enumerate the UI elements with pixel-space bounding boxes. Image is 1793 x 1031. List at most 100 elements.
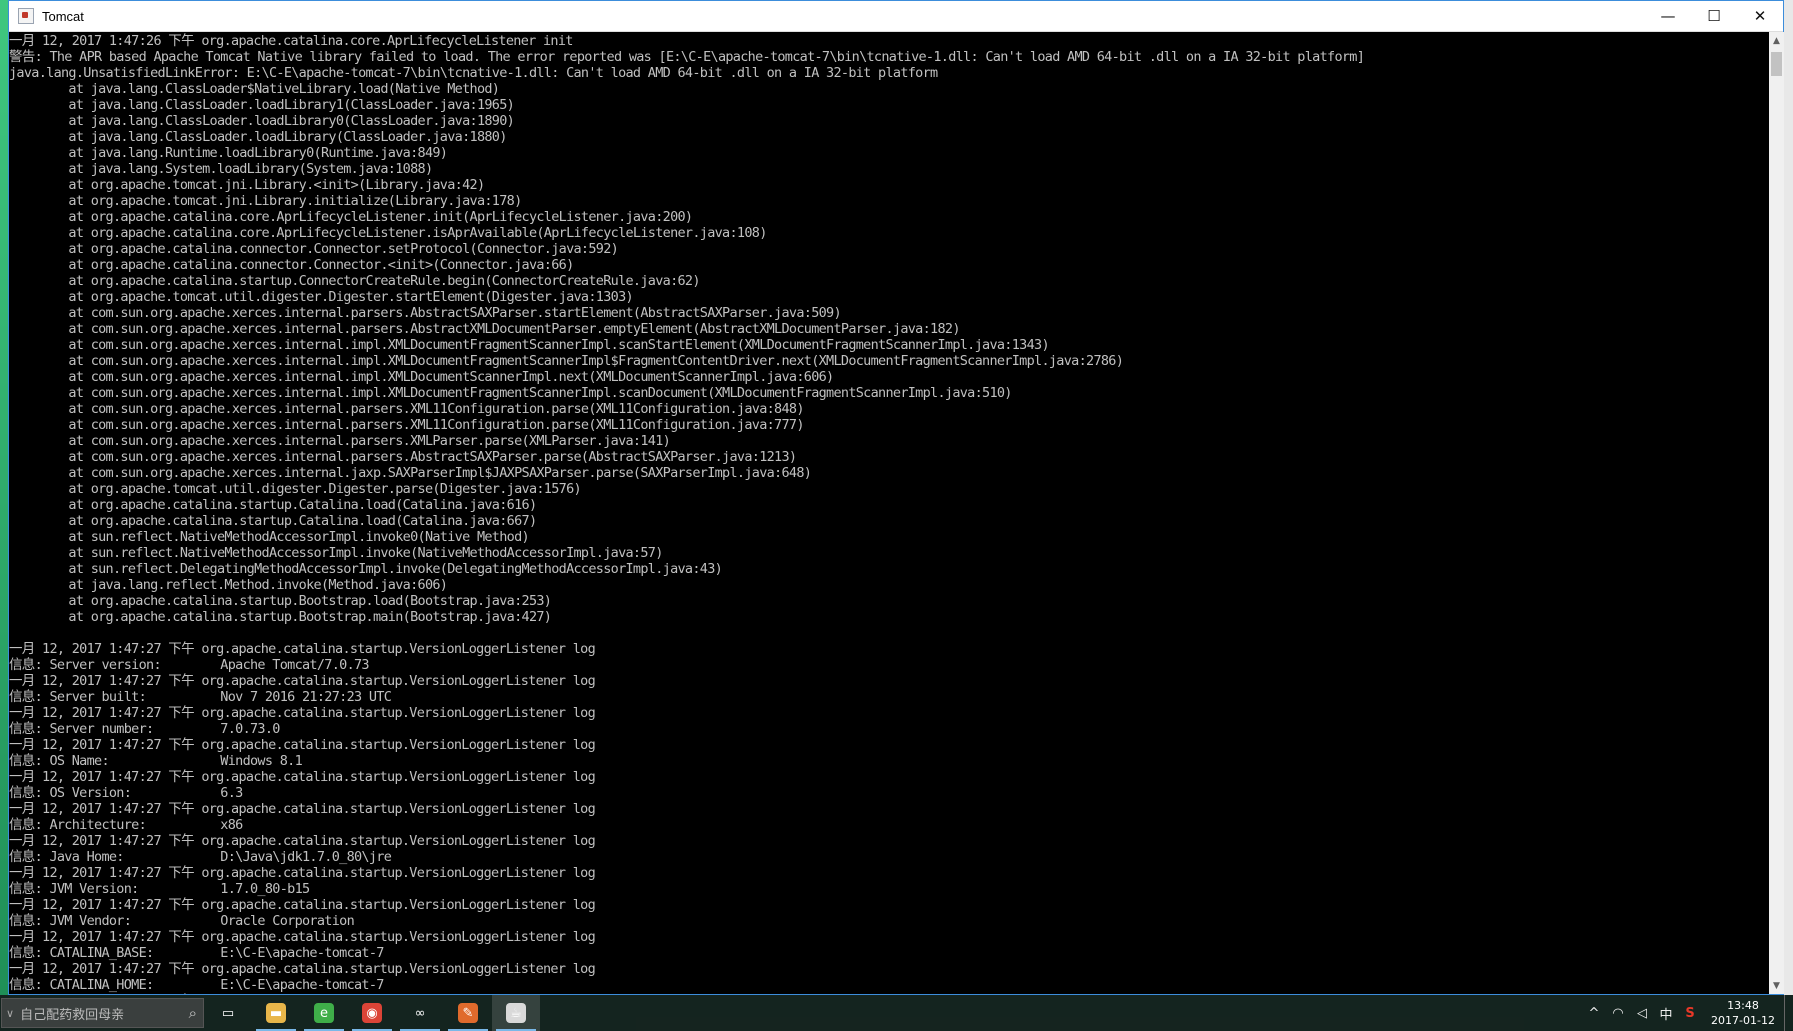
scroll-up-arrow-icon[interactable]: ▲ — [1769, 32, 1784, 49]
console-line: at com.sun.org.apache.xerces.internal.pa… — [9, 449, 797, 465]
console-line: 信息: OS Name: Windows 8.1 — [9, 753, 303, 769]
orange-app-icon: ✎ — [458, 1003, 478, 1023]
minimize-button[interactable]: — — [1645, 1, 1691, 31]
console-line: 信息: CATALINA_HOME: E:\C-E\apache-tomcat-… — [9, 977, 384, 993]
console-line: 信息: Architecture: x86 — [9, 817, 243, 833]
network-icon[interactable]: ◠ — [1606, 1006, 1630, 1021]
console-line: 信息: JVM Version: 1.7.0_80-b15 — [9, 881, 310, 897]
folder-icon: ▬ — [266, 1003, 286, 1023]
volume-icon[interactable]: ◁ — [1630, 1006, 1654, 1021]
sogou-input-icon[interactable]: S — [1678, 1006, 1702, 1021]
show-desktop-button[interactable] — [1784, 995, 1793, 1031]
maximize-button[interactable]: ☐ — [1691, 1, 1737, 31]
console-line: 一月 12, 2017 1:47:27 下午 org.apache.catali… — [9, 737, 596, 753]
search-icon[interactable]: ⌕ — [189, 1004, 197, 1022]
console-line: 一月 12, 2017 1:47:27 下午 org.apache.catali… — [9, 769, 596, 785]
java-icon: ☕ — [506, 1003, 526, 1023]
console-output[interactable]: 一月 12, 2017 1:47:26 下午 org.apache.catali… — [9, 32, 1769, 994]
console-text: 一月 12, 2017 1:47:26 下午 org.apache.catali… — [9, 32, 1769, 994]
taskbar-app-link-button[interactable]: ∞ — [396, 995, 444, 1031]
taskbar-chrome-button[interactable]: ◉ — [348, 995, 396, 1031]
console-line: at org.apache.catalina.connector.Connect… — [9, 257, 574, 273]
console-line: at java.lang.ClassLoader$NativeLibrary.l… — [9, 81, 500, 97]
scroll-thumb[interactable] — [1771, 52, 1782, 76]
console-line: at java.lang.ClassLoader.loadLibrary0(Cl… — [9, 113, 515, 129]
console-line: 一月 12, 2017 1:47:27 下午 org.apache.catali… — [9, 993, 1769, 994]
console-line: at java.lang.Runtime.loadLibrary0(Runtim… — [9, 145, 448, 161]
console-line: at com.sun.org.apache.xerces.internal.im… — [9, 353, 1124, 369]
clock-time: 13:48 — [1727, 999, 1759, 1012]
console-line: at org.apache.catalina.startup.Bootstrap… — [9, 593, 552, 609]
console-line: 信息: JVM Vendor: Oracle Corporation — [9, 913, 355, 929]
console-line: java.lang.UnsatisfiedLinkError: E:\C-E\a… — [9, 65, 938, 81]
console-line: at org.apache.tomcat.util.digester.Diges… — [9, 289, 633, 305]
console-line: at java.lang.ClassLoader.loadLibrary1(Cl… — [9, 97, 515, 113]
console-line: at org.apache.tomcat.jni.Library.<init>(… — [9, 177, 485, 193]
taskbar-app-green-button[interactable]: e — [300, 995, 348, 1031]
taskbar-tomcat-java-button[interactable]: ☕ — [492, 995, 540, 1031]
console-line: at org.apache.catalina.startup.Connector… — [9, 273, 700, 289]
console-line: at com.sun.org.apache.xerces.internal.pa… — [9, 401, 804, 417]
console-line: at org.apache.catalina.startup.Catalina.… — [9, 497, 537, 513]
console-line: at java.lang.reflect.Method.invoke(Metho… — [9, 577, 448, 593]
desktop-edge-left — [0, 0, 8, 995]
chevron-down-icon[interactable]: ∨ — [6, 1007, 14, 1020]
console-line: 一月 12, 2017 1:47:27 下午 org.apache.catali… — [9, 673, 596, 689]
console-line: at com.sun.org.apache.xerces.internal.pa… — [9, 417, 804, 433]
console-line: 信息: CATALINA_BASE: E:\C-E\apache-tomcat-… — [9, 945, 384, 961]
ime-indicator[interactable]: 中 — [1654, 1004, 1678, 1023]
console-line: at sun.reflect.DelegatingMethodAccessorI… — [9, 561, 723, 577]
vertical-scrollbar[interactable]: ▲ ▼ — [1769, 32, 1784, 994]
console-line: 一月 12, 2017 1:47:27 下午 org.apache.catali… — [9, 833, 596, 849]
tomcat-console-window: Tomcat — ☐ ✕ 一月 12, 2017 1:47:26 下午 org.… — [8, 0, 1784, 995]
console-line: at java.lang.ClassLoader.loadLibrary(Cla… — [9, 129, 507, 145]
search-box[interactable]: ∨ 自己配药救回母亲 ⌕ — [1, 998, 204, 1028]
console-line: 信息: Server built: Nov 7 2016 21:27:23 UT… — [9, 689, 392, 705]
console-line: at org.apache.catalina.core.AprLifecycle… — [9, 209, 693, 225]
console-line: at sun.reflect.NativeMethodAccessorImpl.… — [9, 529, 529, 545]
task-view-icon: ▭ — [221, 1005, 235, 1021]
tray-overflow-icon[interactable]: ^ — [1582, 1006, 1606, 1021]
system-tray: ^ ◠ ◁ 中 S 13:48 2017-01-12 — [1582, 995, 1793, 1031]
console-line: at sun.reflect.NativeMethodAccessorImpl.… — [9, 545, 663, 561]
console-line: at com.sun.org.apache.xerces.internal.im… — [9, 385, 1012, 401]
desktop-edge-right — [1784, 0, 1793, 995]
console-line: 一月 12, 2017 1:47:27 下午 org.apache.catali… — [9, 961, 596, 977]
taskbar-app-orange-button[interactable]: ✎ — [444, 995, 492, 1031]
taskbar-apps: ▭ ▬ e ◉ ∞ ✎ ☕ — [204, 995, 540, 1031]
console-line: at org.apache.catalina.connector.Connect… — [9, 241, 619, 257]
console-line: 一月 12, 2017 1:47:27 下午 org.apache.catali… — [9, 865, 596, 881]
chrome-icon: ◉ — [362, 1003, 382, 1023]
link-icon: ∞ — [414, 1005, 426, 1021]
console-line: 警告: The APR based Apache Tomcat Native l… — [9, 49, 1365, 65]
console-line: 信息: Server number: 7.0.73.0 — [9, 721, 280, 737]
console-line: 信息: Java Home: D:\Java\jdk1.7.0_80\jre — [9, 849, 392, 865]
console-line: at org.apache.catalina.startup.Catalina.… — [9, 513, 537, 529]
scroll-down-arrow-icon[interactable]: ▼ — [1769, 977, 1784, 994]
clock-date: 2017-01-12 — [1711, 1014, 1775, 1027]
console-line: at com.sun.org.apache.xerces.internal.pa… — [9, 305, 841, 321]
taskbar-file-explorer-button[interactable]: ▬ — [252, 995, 300, 1031]
console-line: 一月 12, 2017 1:47:27 下午 org.apache.catali… — [9, 897, 596, 913]
console-line: at com.sun.org.apache.xerces.internal.pa… — [9, 321, 960, 337]
console-line: at com.sun.org.apache.xerces.internal.im… — [9, 369, 834, 385]
console-line: at org.apache.tomcat.jni.Library.initial… — [9, 193, 522, 209]
console-line: 一月 12, 2017 1:47:27 下午 org.apache.catali… — [9, 705, 596, 721]
clock[interactable]: 13:48 2017-01-12 — [1702, 998, 1784, 1028]
console-line: at org.apache.catalina.startup.Bootstrap… — [9, 609, 552, 625]
taskbar: ∨ 自己配药救回母亲 ⌕ ▭ ▬ e ◉ ∞ ✎ ☕ ^ ◠ ◁ 中 S 13:48 201… — [0, 995, 1793, 1031]
console-line: at java.lang.System.loadLibrary(System.j… — [9, 161, 433, 177]
java-app-icon[interactable] — [18, 8, 34, 24]
console-line: 信息: OS Version: 6.3 — [9, 785, 243, 801]
close-button[interactable]: ✕ — [1737, 1, 1783, 31]
title-bar[interactable]: Tomcat — ☐ ✕ — [9, 1, 1783, 32]
console-line: at com.sun.org.apache.xerces.internal.im… — [9, 337, 1049, 353]
green-circle-icon: e — [314, 1003, 334, 1023]
console-line: at org.apache.tomcat.util.digester.Diges… — [9, 481, 581, 497]
search-placeholder[interactable]: 自己配药救回母亲 — [20, 1004, 189, 1023]
console-line: at com.sun.org.apache.xerces.internal.pa… — [9, 433, 671, 449]
console-line: 信息: Server version: Apache Tomcat/7.0.73 — [9, 657, 370, 673]
window-title: Tomcat — [42, 8, 84, 24]
taskbar-task-view-button[interactable]: ▭ — [204, 995, 252, 1031]
console-line: 一月 12, 2017 1:47:27 下午 org.apache.catali… — [9, 801, 596, 817]
